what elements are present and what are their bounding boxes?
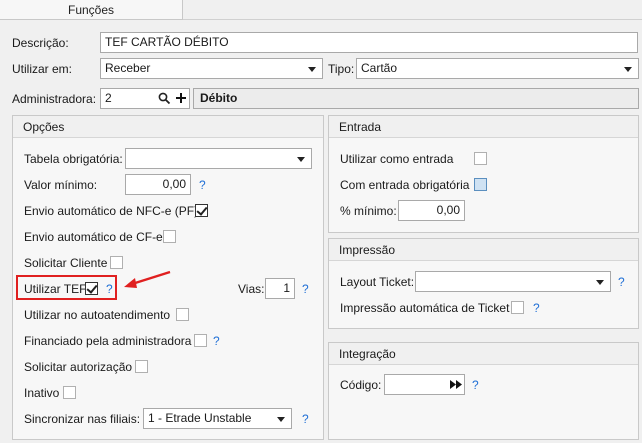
layout-ticket-help-icon[interactable]: ? [618, 272, 625, 292]
financiado-label: Financiado pela administradora [24, 334, 192, 348]
codigo-label: Código: [340, 378, 382, 392]
vias-input[interactable]: 1 [265, 278, 295, 299]
sincronizar-help-icon[interactable]: ? [302, 409, 309, 429]
tipo-select[interactable]: Cartão [356, 58, 639, 79]
utilizar-tef-label: Utilizar TEF [24, 282, 87, 296]
nfce-label: Envio automático de NFC-e (PF) [24, 204, 199, 218]
utilizar-tef-help-icon[interactable]: ? [106, 279, 113, 299]
utilizar-como-entrada-checkbox[interactable] [474, 152, 487, 165]
vias-label: Vias: [238, 282, 265, 296]
com-entrada-obrigatoria-checkbox[interactable] [474, 178, 487, 191]
utilizar-em-value: Receber [105, 61, 151, 75]
percentual-minimo-label: % mínimo: [340, 204, 397, 218]
autoatendimento-label: Utilizar no autoatendimento [24, 308, 171, 322]
sincronizar-select[interactable]: 1 - Etrade Unstable [143, 408, 292, 429]
solicitar-cliente-label: Solicitar Cliente [24, 256, 108, 270]
tabstrip-divider [183, 19, 642, 20]
layout-ticket-select[interactable] [415, 271, 611, 292]
valor-minimo-help-icon[interactable]: ? [199, 175, 206, 195]
tabela-obrigatoria-label: Tabela obrigatória: [24, 152, 123, 166]
tipo-value: Cartão [361, 61, 398, 75]
cfe-checkbox[interactable] [163, 230, 176, 243]
tabela-obrigatoria-select[interactable] [125, 148, 312, 169]
sincronizar-label: Sincronizar nas filiais: [24, 412, 141, 426]
codigo-help-icon[interactable]: ? [472, 375, 479, 395]
financiado-checkbox[interactable] [194, 334, 207, 347]
com-entrada-obrigatoria-label: Com entrada obrigatória [340, 178, 470, 192]
search-icon[interactable] [158, 92, 171, 105]
administradora-code: 2 [105, 91, 112, 105]
nfce-checkbox[interactable] [195, 204, 208, 217]
impressao-title: Impressão [329, 239, 638, 261]
solicitar-autorizacao-checkbox[interactable] [135, 360, 148, 373]
utilizar-tef-checkbox[interactable] [85, 282, 98, 295]
valor-minimo-label: Valor mínimo: [24, 178, 98, 192]
inativo-label: Inativo [24, 386, 60, 400]
sincronizar-value: 1 - Etrade Unstable [148, 411, 252, 425]
solicitar-autorizacao-label: Solicitar autorização [24, 360, 133, 374]
entrada-title: Entrada [329, 116, 638, 138]
administradora-name: Débito [193, 88, 639, 109]
tab-funcoes[interactable]: Funções [0, 0, 183, 20]
inativo-checkbox[interactable] [63, 386, 76, 399]
opcoes-title: Opções [13, 116, 323, 138]
utilizar-em-select[interactable]: Receber [100, 58, 323, 79]
layout-ticket-label: Layout Ticket: [340, 275, 415, 289]
add-icon[interactable] [175, 92, 187, 104]
fast-forward-icon[interactable] [450, 380, 462, 389]
impressao-automatica-checkbox[interactable] [511, 301, 524, 314]
utilizar-em-label: Utilizar em: [12, 62, 73, 76]
red-arrow-annotation [124, 270, 171, 288]
impressao-automatica-help-icon[interactable]: ? [533, 298, 540, 318]
integracao-title: Integração [329, 343, 638, 365]
cfe-label: Envio automático de CF-e [24, 230, 163, 244]
tipo-label: Tipo: [328, 62, 355, 76]
valor-minimo-input[interactable]: 0,00 [125, 174, 191, 195]
descricao-input[interactable]: TEF CARTÃO DÉBITO [100, 32, 638, 53]
administradora-label: Administradora: [12, 92, 97, 106]
financiado-help-icon[interactable]: ? [213, 331, 220, 351]
impressao-automatica-label: Impressão automática de Ticket [340, 301, 510, 315]
utilizar-como-entrada-label: Utilizar como entrada [340, 152, 454, 166]
descricao-label: Descrição: [12, 36, 69, 50]
vias-help-icon[interactable]: ? [302, 279, 309, 299]
autoatendimento-checkbox[interactable] [176, 308, 189, 321]
percentual-minimo-input[interactable]: 0,00 [398, 200, 465, 221]
